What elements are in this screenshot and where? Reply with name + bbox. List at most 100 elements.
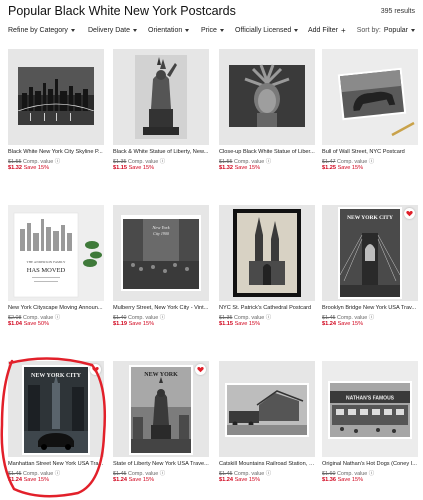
product-name[interactable]: NYC St. Patrick's Cathedral Postcard: [219, 305, 315, 311]
product-image[interactable]: NEW YORK: [113, 361, 209, 457]
sale-price-value: $1.24: [322, 321, 336, 327]
filter-bar: Refine by Category Delivery Date Orienta…: [8, 27, 415, 39]
product-card[interactable]: New York City 1900 Mulberry Street, New …: [113, 205, 209, 329]
info-icon: ⓘ: [54, 159, 61, 165]
product-name[interactable]: Black & White Statue of Liberty, New...: [113, 149, 209, 155]
sale-price: $1.36 Save 15%: [322, 477, 363, 483]
product-card[interactable]: NEW YORK State of Liberty New York USA T…: [113, 361, 209, 485]
sale-price: $1.24 Save 15%: [8, 477, 49, 483]
filter-licensed-label: Officially Licensed: [235, 27, 292, 34]
sale-price: $1.04 Save 50%: [8, 321, 49, 327]
filter-price-label: Price: [201, 27, 217, 34]
heart-icon: [406, 210, 413, 217]
sale-price-value: $1.15: [219, 321, 233, 327]
chevron-down-icon: [133, 29, 138, 32]
poster-caption: NEW YORK CITY: [347, 215, 393, 221]
product-image[interactable]: [219, 361, 315, 457]
sale-price-value: $1.25: [322, 165, 336, 171]
sale-price: $1.32 Save 15%: [8, 165, 49, 171]
sale-price: $1.32 Save 15%: [219, 165, 260, 171]
product-card[interactable]: THE ANDERSON FAMILY HAS MOVED New York C…: [8, 205, 104, 329]
sale-price-value: $1.24: [8, 477, 22, 483]
add-filter-button[interactable]: Add Filter +: [308, 26, 346, 35]
favorite-button[interactable]: [90, 364, 101, 375]
product-image[interactable]: NEW YORK CITY: [322, 205, 418, 301]
product-image[interactable]: [113, 49, 209, 145]
product-card[interactable]: Bull of Wall Street, NYC Postcard $1.47 …: [322, 49, 418, 173]
product-name[interactable]: State of Liberty New York USA Trave...: [113, 461, 209, 467]
product-name[interactable]: Catskill Mountains Railroad Station, 1..…: [219, 461, 315, 467]
sale-price: $1.15 Save 15%: [113, 165, 154, 171]
info-icon: ⓘ: [54, 315, 61, 321]
filter-category[interactable]: Refine by Category: [8, 27, 75, 34]
sale-price-value: $1.15: [113, 165, 127, 171]
sale-price-value: $1.19: [113, 321, 127, 327]
product-name[interactable]: Original Nathan's Hot Dogs (Coney I...: [322, 461, 418, 467]
product-name[interactable]: Close-up Black White Statue of Liber...: [219, 149, 315, 155]
product-image[interactable]: [322, 49, 418, 145]
skyline-photo-icon: [8, 49, 104, 145]
info-icon: ⓘ: [159, 315, 166, 321]
product-name[interactable]: Brooklyn Bridge New York USA Trav...: [322, 305, 418, 311]
save-label: Save 15%: [23, 477, 50, 483]
filter-officially-licensed[interactable]: Officially Licensed: [235, 27, 299, 34]
sale-price: $1.25 Save 15%: [322, 165, 363, 171]
heart-icon: [197, 366, 204, 373]
save-label: Save 15%: [337, 165, 364, 171]
filter-price[interactable]: Price: [201, 27, 224, 34]
results-count: 395 results: [380, 8, 415, 15]
filter-orientation[interactable]: Orientation: [148, 27, 190, 34]
filter-category-label: Refine by Category: [8, 27, 68, 34]
card-heading-2: HAS MOVED: [27, 267, 66, 274]
favorite-button[interactable]: [404, 208, 415, 219]
save-label: Save 15%: [234, 165, 261, 171]
product-name[interactable]: Mulberry Street, New York City - Vint...: [113, 305, 209, 311]
product-image[interactable]: THE ANDERSON FAMILY HAS MOVED: [8, 205, 104, 301]
sale-price: $1.24 Save 15%: [219, 477, 260, 483]
sale-price-value: $1.36: [322, 477, 336, 483]
statue-closeup-photo-icon: [219, 49, 315, 145]
product-card[interactable]: NYC St. Patrick's Cathedral Postcard $1.…: [219, 205, 315, 329]
product-card[interactable]: Catskill Mountains Railroad Station, 1..…: [219, 361, 315, 485]
product-card[interactable]: NATHAN'S FAMOUS Original Nathan's Hot Do…: [322, 361, 418, 485]
save-label: Save 15%: [337, 321, 364, 327]
sort-dropdown[interactable]: Sort by: Popular: [357, 27, 415, 34]
product-image[interactable]: NATHAN'S FAMOUS: [322, 361, 418, 457]
comp-value: $1.55 Comp. value ⓘ: [219, 157, 271, 165]
chevron-down-icon: [219, 29, 224, 32]
sort-value: Popular: [383, 27, 408, 34]
product-name[interactable]: Manhattan Street New York USA Tra...: [8, 461, 104, 467]
product-card[interactable]: NEW YORK CITY Manhattan Street New York …: [8, 361, 104, 485]
save-label: Save 50%: [23, 321, 50, 327]
plus-icon: +: [340, 26, 346, 35]
product-card[interactable]: Close-up Black White Statue of Liber... …: [219, 49, 315, 173]
sale-price: $1.24 Save 15%: [113, 477, 154, 483]
sale-price-value: $1.32: [219, 165, 233, 171]
product-image[interactable]: [8, 49, 104, 145]
sale-price: $1.24 Save 15%: [322, 321, 363, 327]
product-image[interactable]: [219, 49, 315, 145]
liberty-poster-icon: NEW YORK: [113, 361, 209, 457]
heart-icon: [92, 366, 99, 373]
info-icon: ⓘ: [265, 159, 272, 165]
product-image[interactable]: NEW YORK CITY: [8, 361, 104, 457]
comp-value: $2.08 Comp. value ⓘ: [8, 313, 60, 321]
photo-caption-2: City 1900: [153, 231, 169, 236]
info-icon: ⓘ: [159, 159, 166, 165]
product-card[interactable]: Black White New York City Skyline P... $…: [8, 49, 104, 173]
card-heading-1: THE ANDERSON FAMILY: [27, 260, 67, 264]
product-image[interactable]: New York City 1900: [113, 205, 209, 301]
product-name[interactable]: Bull of Wall Street, NYC Postcard: [322, 149, 418, 155]
product-name[interactable]: New York Cityscape Moving Announ...: [8, 305, 104, 311]
comp-value: $1.45 Comp. value ⓘ: [322, 313, 374, 321]
filter-delivery-date[interactable]: Delivery Date: [88, 27, 138, 34]
sale-price-value: $1.24: [113, 477, 127, 483]
product-card[interactable]: NEW YORK CITY Brooklyn Bridge New York U…: [322, 205, 418, 329]
product-card[interactable]: Black & White Statue of Liberty, New... …: [113, 49, 209, 173]
favorite-button[interactable]: [195, 364, 206, 375]
filter-orientation-label: Orientation: [148, 27, 183, 34]
hot-dog-stand-photo-icon: NATHAN'S FAMOUS: [322, 361, 418, 457]
product-name[interactable]: Black White New York City Skyline P...: [8, 149, 104, 155]
product-image[interactable]: [219, 205, 315, 301]
comp-value: $1.47 Comp. value ⓘ: [322, 157, 374, 165]
